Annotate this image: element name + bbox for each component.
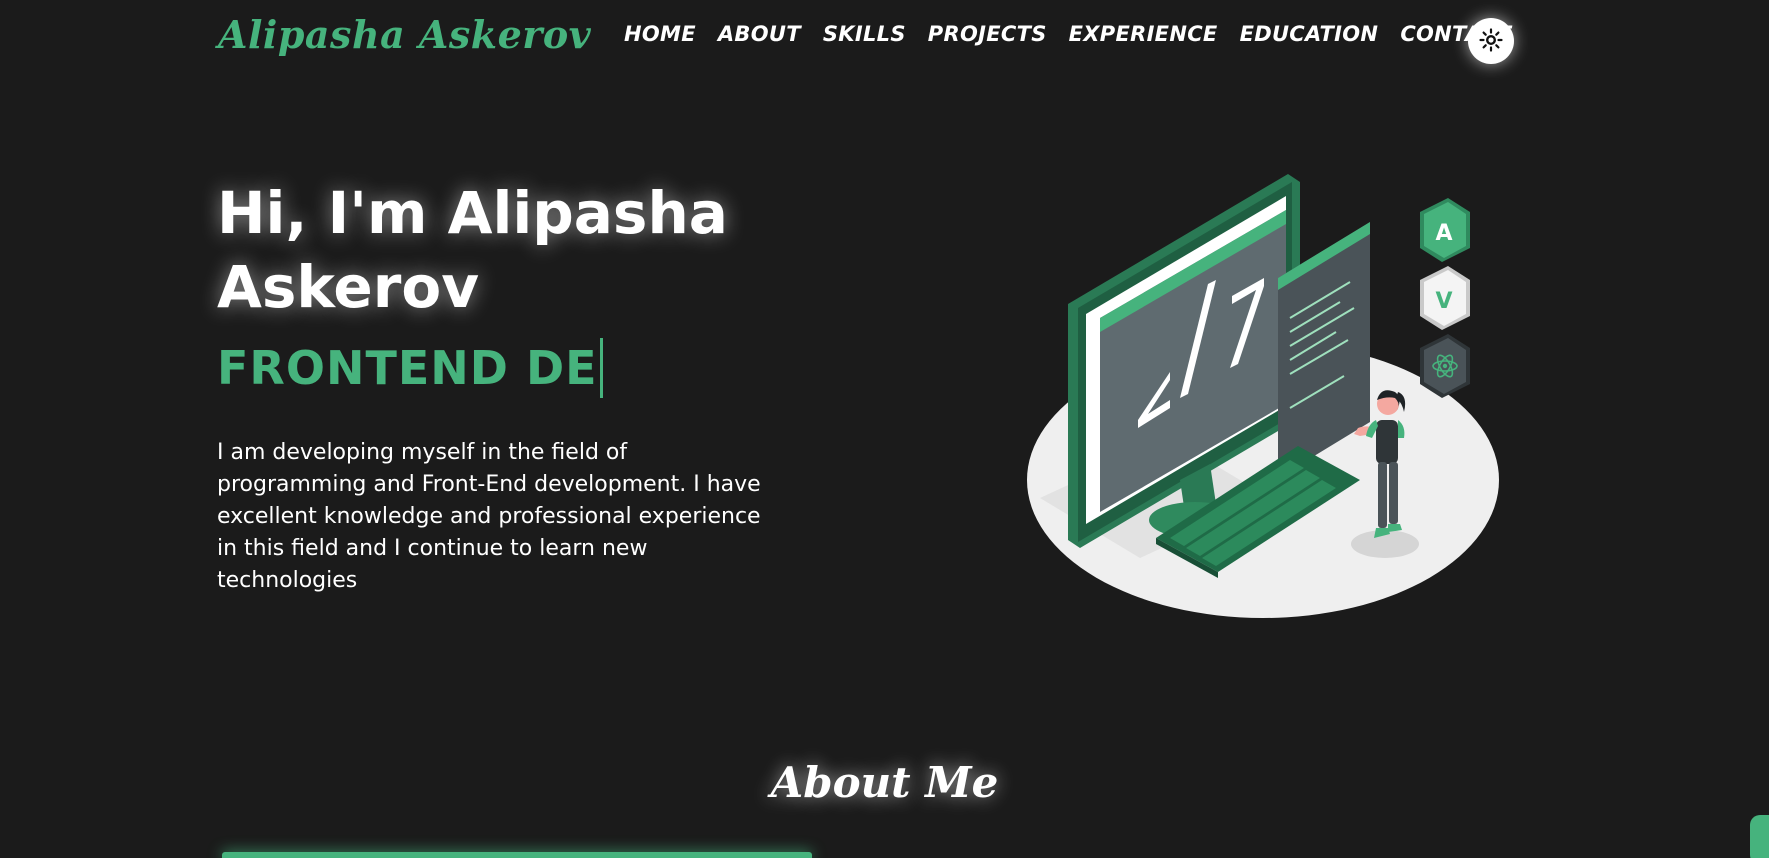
- navbar: Alipasha Askerov HOME ABOUT SKILLS PROJE…: [0, 0, 1769, 80]
- typed-role: FRONTEND DE: [217, 338, 603, 398]
- hero-description: I am developing myself in the field of p…: [217, 440, 761, 593]
- hero-title-line2: Askerov: [217, 253, 480, 321]
- typed-role-text: FRONTEND DE: [217, 341, 598, 395]
- about-card-edge: [222, 852, 812, 858]
- scroll-to-top-button[interactable]: [1750, 815, 1769, 858]
- hero-title: Hi, I'm Alipasha Askerov: [217, 176, 777, 324]
- nav-link-projects[interactable]: PROJECTS: [928, 22, 1047, 46]
- nav-link-skills[interactable]: SKILLS: [823, 22, 906, 46]
- developer-illustration: A V: [1020, 168, 1520, 628]
- theme-toggle-button[interactable]: [1468, 18, 1514, 64]
- nav-link-home[interactable]: HOME: [624, 22, 696, 46]
- nav-link-about[interactable]: ABOUT: [718, 22, 801, 46]
- nav-link-experience[interactable]: EXPERIENCE: [1069, 22, 1218, 46]
- angular-badge-text: A: [1435, 221, 1452, 246]
- hero-title-line1: Hi, I'm Alipasha: [217, 179, 728, 247]
- vue-badge-text: V: [1435, 289, 1452, 314]
- brand-logo[interactable]: Alipasha Askerov: [218, 12, 591, 57]
- typing-cursor: [599, 338, 603, 398]
- sun-icon: [1479, 27, 1503, 55]
- about-section-title: About Me: [770, 758, 999, 807]
- nav-link-education[interactable]: EDUCATION: [1240, 22, 1379, 46]
- nav-menu: HOME ABOUT SKILLS PROJECTS EXPERIENCE ED…: [624, 22, 1511, 46]
